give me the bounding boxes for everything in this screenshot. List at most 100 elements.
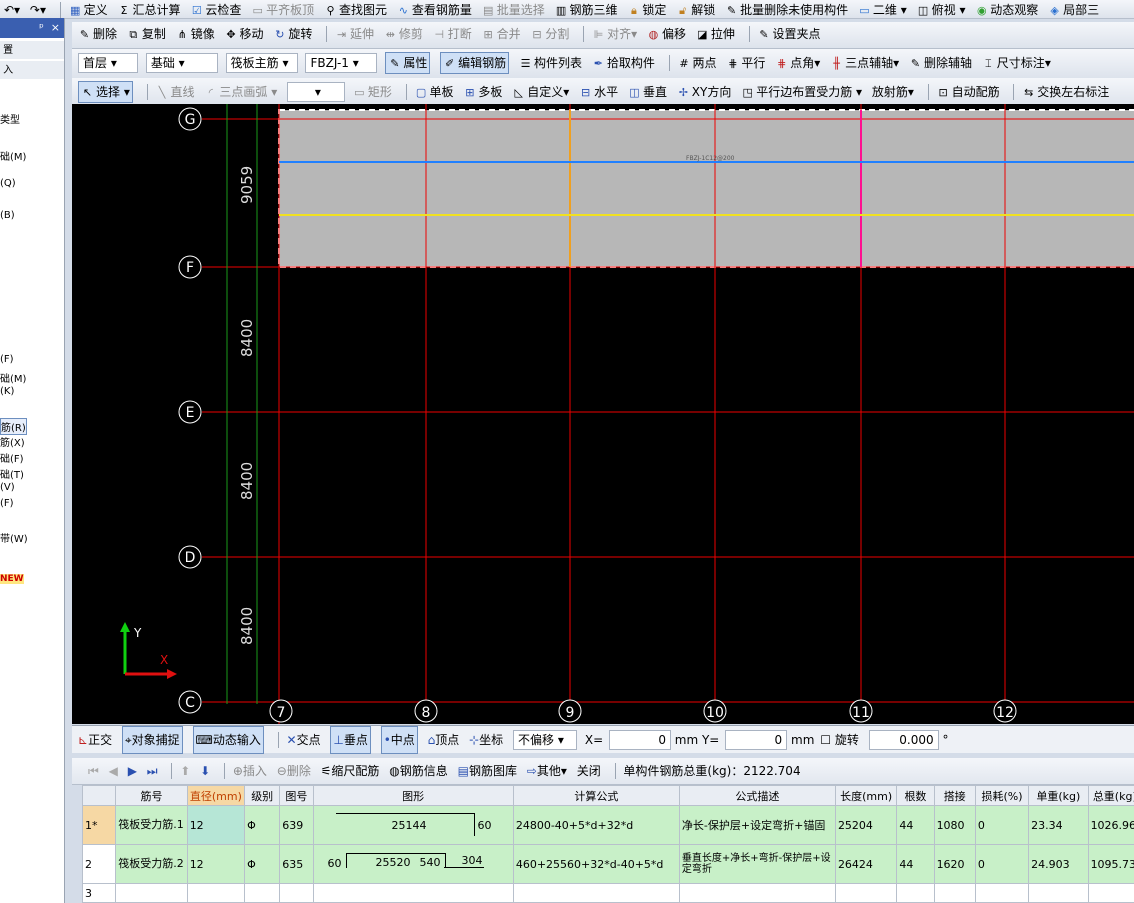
- table-row[interactable]: 1* 筏板受力筋.1 12 Φ 639 25144 60 24800-40+5*…: [81, 805, 1134, 845]
- column-header[interactable]: 长度(mm): [834, 785, 898, 806]
- summary-calc-button[interactable]: Σ 汇总计算: [117, 0, 181, 18]
- top-view-dropdown[interactable]: ◫ 俯视 ▾: [917, 0, 966, 18]
- custom-dropdown[interactable]: ◺ 自定义▾: [512, 82, 570, 102]
- drawing-canvas[interactable]: FBZJ-1C12@200 9059 8400 8400 8400 G F E …: [72, 104, 1134, 724]
- redo-icon[interactable]: ↷▾: [30, 0, 46, 18]
- loss-cell[interactable]: 0: [974, 844, 1030, 884]
- figure-number-cell[interactable]: 639: [279, 805, 314, 845]
- rebar-info-button[interactable]: ◍钢筋信息: [389, 758, 448, 784]
- tree-item[interactable]: (Q): [0, 178, 16, 189]
- cloud-check-button[interactable]: ☑ 云检查: [190, 0, 241, 18]
- description-cell[interactable]: 净长-保护层+设定弯折+锚固: [678, 805, 836, 845]
- delete-axis-button[interactable]: ✎ 删除辅轴: [909, 53, 972, 73]
- rebar-name-cell[interactable]: 筏板受力筋.2: [115, 844, 188, 884]
- object-snap-toggle[interactable]: ⌖对象捕捉: [121, 726, 183, 754]
- auto-rebar-button[interactable]: ⊡ 自动配筋: [937, 82, 999, 102]
- count-cell[interactable]: 44: [896, 844, 935, 884]
- offset-button[interactable]: ◍ 偏移: [647, 24, 686, 44]
- merge-button[interactable]: ⊞ 合并: [482, 24, 520, 44]
- point-angle-dropdown[interactable]: ⋕ 点角▾: [775, 53, 820, 73]
- parallel-edge-rebar-dropdown[interactable]: ◳ 平行边布置受力筋 ▾: [741, 82, 862, 102]
- unlock-button[interactable]: 🔓︎ 解锁: [676, 0, 715, 18]
- set-grip-button[interactable]: ✎ 设置夹点: [757, 24, 820, 44]
- select-dropdown[interactable]: ↖ 选择 ▾: [78, 81, 133, 103]
- loss-cell[interactable]: 0: [974, 805, 1030, 845]
- parallel-axis-button[interactable]: ⋕ 平行: [726, 53, 765, 73]
- pick-component-button[interactable]: ✒ 拾取构件: [592, 53, 655, 73]
- lap-cell[interactable]: 1080: [933, 805, 976, 845]
- find-element-button[interactable]: ⚲ 查找图元: [324, 0, 387, 18]
- next-record-icon[interactable]: ▶: [128, 758, 137, 784]
- column-header[interactable]: 公式描述: [678, 785, 836, 806]
- grade-cell[interactable]: Φ: [244, 844, 281, 884]
- component-name-select[interactable]: FBZJ-1 ▾: [305, 53, 378, 73]
- first-record-icon[interactable]: ⏮: [88, 758, 99, 784]
- other-dropdown[interactable]: ⇨其他▾: [527, 758, 567, 784]
- count-cell[interactable]: 44: [896, 805, 935, 845]
- column-header[interactable]: 根数: [896, 785, 935, 806]
- formula-cell[interactable]: 24800-40+5*d+32*d: [512, 805, 680, 845]
- three-point-axis-dropdown[interactable]: ╫ 三点辅轴▾: [830, 53, 899, 73]
- move-up-icon[interactable]: ⬆: [180, 758, 190, 784]
- midpoint-snap[interactable]: •中点: [380, 726, 418, 754]
- tree-item[interactable]: 础(M): [0, 370, 26, 385]
- axis-bubble-12[interactable]: 12: [993, 699, 1017, 723]
- total-weight-cell[interactable]: 1026.96: [1087, 805, 1134, 845]
- coordinate-snap[interactable]: ⊹坐标: [469, 727, 503, 753]
- tree-item[interactable]: 础(T): [0, 466, 24, 481]
- tree-item[interactable]: (B): [0, 210, 15, 221]
- axis-bubble-9[interactable]: 9: [558, 699, 582, 723]
- single-slab-button[interactable]: ▢ 单板: [415, 82, 454, 102]
- axis-bubble-D[interactable]: D: [178, 545, 202, 569]
- unit-weight-cell[interactable]: 24.903: [1028, 844, 1089, 884]
- column-header[interactable]: 级别: [244, 785, 281, 806]
- table-row-empty[interactable]: 3: [81, 883, 1134, 903]
- dynamic-input-toggle[interactable]: ⌨动态输入: [192, 726, 264, 754]
- delete-button[interactable]: ✎ 删除: [78, 24, 117, 44]
- diameter-cell[interactable]: 12: [186, 844, 246, 884]
- rebar-name-cell[interactable]: 筏板受力筋.1: [115, 805, 188, 845]
- tree-item[interactable]: 础(F): [0, 450, 24, 465]
- vertex-snap[interactable]: ⌂顶点: [428, 727, 460, 753]
- 2d-view-dropdown[interactable]: ▭ 二维 ▾: [858, 0, 907, 18]
- tree-item[interactable]: 类型: [0, 111, 20, 126]
- line-button[interactable]: ╲ 直线: [156, 82, 195, 102]
- total-weight-cell[interactable]: 1095.73: [1087, 844, 1134, 884]
- tree-item[interactable]: (F): [0, 498, 14, 509]
- lap-cell[interactable]: 1620: [933, 844, 976, 884]
- axis-bubble-10[interactable]: 10: [703, 699, 727, 723]
- column-header[interactable]: 筋号: [115, 785, 188, 806]
- edit-rebar-button[interactable]: ✐ 编辑钢筋: [440, 52, 510, 74]
- type-select[interactable]: 筏板主筋 ▾: [225, 53, 298, 73]
- tree-item[interactable]: 础(M): [0, 148, 26, 163]
- rebar-3d-button[interactable]: ▥ 钢筋三维: [555, 0, 618, 18]
- ortho-toggle[interactable]: ⊾正交: [78, 727, 112, 753]
- axis-bubble-11[interactable]: 11: [849, 699, 873, 723]
- axis-bubble-E[interactable]: E: [178, 400, 202, 424]
- two-point-axis-button[interactable]: # 两点: [678, 53, 716, 73]
- insert-button[interactable]: ⊕插入: [233, 758, 267, 784]
- scaled-rebar-button[interactable]: ⚟缩尺配筋: [321, 758, 380, 784]
- unit-weight-cell[interactable]: 23.34: [1028, 805, 1089, 845]
- lock-button[interactable]: 🔒︎ 锁定: [627, 0, 666, 18]
- view-rebar-qty-button[interactable]: ∿ 查看钢筋量: [397, 0, 472, 18]
- trim-button[interactable]: ⇹ 修剪: [384, 24, 423, 44]
- rotate-checkbox[interactable]: ☐ 旋转: [820, 727, 859, 753]
- floor-select[interactable]: 首层 ▾: [78, 53, 138, 73]
- y-coordinate-input[interactable]: 0: [725, 730, 788, 750]
- flush-slab-top-button[interactable]: ▭ 平齐板顶: [251, 0, 314, 18]
- raft-slab[interactable]: [279, 110, 1134, 267]
- define-button[interactable]: ▦ 定义: [69, 0, 108, 18]
- perpendicular-snap[interactable]: ⊥垂点: [330, 726, 371, 754]
- stretch-button[interactable]: ◪ 拉伸: [696, 24, 735, 44]
- rotate-angle-input[interactable]: 0.000: [868, 730, 939, 750]
- tree-item[interactable]: 带(W): [0, 530, 28, 545]
- vertical-button[interactable]: ◫ 垂直: [628, 82, 667, 102]
- arc-option-select[interactable]: ▾: [287, 82, 346, 102]
- category-select[interactable]: 基础 ▾: [145, 53, 218, 73]
- axis-bubble-C[interactable]: C: [178, 690, 202, 714]
- left-tab-2[interactable]: 入: [0, 61, 64, 79]
- column-header[interactable]: 搭接: [933, 785, 976, 806]
- rebar-library-button[interactable]: ▤钢筋图库: [458, 758, 517, 784]
- table-row[interactable]: 2 筏板受力筋.2 12 Φ 635 60 25520 540 304 460+…: [81, 844, 1134, 884]
